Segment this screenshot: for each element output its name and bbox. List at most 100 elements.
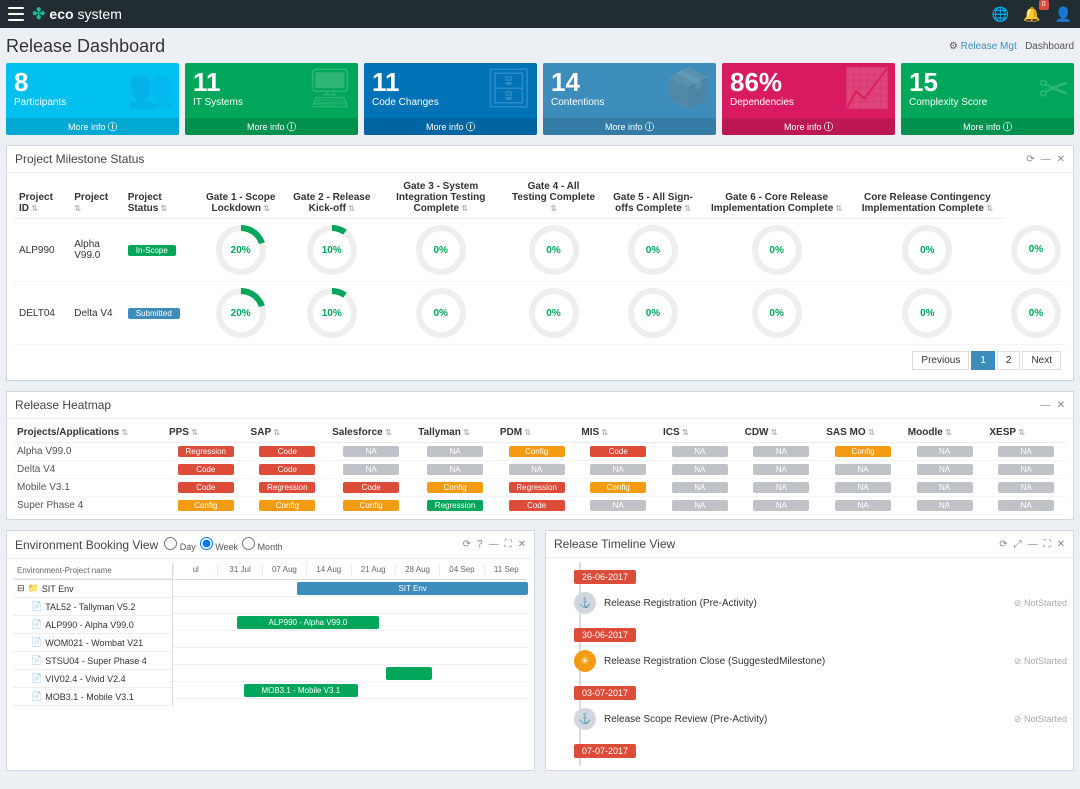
gantt-row-label[interactable]: STSU04 - Super Phase 4 (13, 652, 172, 670)
gantt-row-label[interactable]: VIV02.4 - Vivid V2.4 (13, 670, 172, 688)
heatmap-col-head[interactable]: Projects/Applications (13, 423, 165, 443)
gantt-root-row[interactable]: ⊟ SIT Env (13, 580, 172, 598)
breadcrumb: ⚙ Release Mgt Dashboard (949, 41, 1074, 52)
heatmap-col-head[interactable]: PPS (165, 423, 247, 443)
heatmap-cell: NA (672, 482, 728, 493)
status-badge: In-Scope (128, 245, 176, 256)
close-icon[interactable]: ✕ (1057, 400, 1065, 411)
minimize-icon[interactable]: — (489, 539, 499, 550)
gantt-row-label[interactable]: WOM021 - Wombat V21 (13, 634, 172, 652)
timeline-list: 26-06-2017⚓Release Registration (Pre-Act… (568, 562, 1067, 766)
minimize-icon[interactable]: — (1028, 539, 1038, 550)
refresh-icon[interactable]: ⟳ (1026, 154, 1034, 165)
heatmap-col-head[interactable]: ICS (659, 423, 741, 443)
more-info-link[interactable]: More info ⓘ (185, 118, 358, 135)
heatmap-col-head[interactable]: Tallyman (414, 423, 496, 443)
gantt-date-col: 21 Aug (351, 563, 395, 576)
milestone-col-head[interactable]: Core Release Contingency Implementation … (850, 177, 1005, 219)
gate-donut: 0% (902, 225, 952, 275)
heatmap-cell: Config (509, 446, 565, 457)
heatmap-cell: NA (672, 446, 728, 457)
gantt-date-col: ul (173, 563, 217, 576)
milestone-col-head[interactable]: Gate 4 - All Testing Complete (505, 177, 603, 219)
view-mode-day[interactable]: Day (164, 542, 196, 552)
pager-prev[interactable]: Previous (912, 351, 969, 370)
view-mode-week[interactable]: Week (200, 542, 238, 552)
heatmap-row: Delta V4CodeCodeNANANANANANANANANA (13, 461, 1067, 479)
bell-icon[interactable]: 🔔0 (1023, 6, 1040, 23)
timeline-status: ⊘ NotStarted (1014, 598, 1067, 609)
heatmap-col-head[interactable]: PDM (496, 423, 578, 443)
heatmap-cell: Config (835, 446, 891, 457)
view-mode-month[interactable]: Month (242, 542, 283, 552)
heatmap-col-head[interactable]: XESP (985, 423, 1067, 443)
heatmap-col-head[interactable]: SAP (247, 423, 329, 443)
fullscreen-icon[interactable]: ⛶ (1044, 539, 1051, 550)
gantt-bar[interactable]: SIT Env (297, 582, 528, 595)
timeline-status: ⊘ NotStarted (1014, 714, 1067, 725)
heatmap-col-head[interactable]: SAS MO (822, 423, 904, 443)
refresh-icon[interactable]: ⟳ (999, 539, 1007, 550)
gate-donut: 0% (628, 288, 678, 338)
timeline-node-icon: ⚓ (574, 708, 596, 730)
gate-donut: 0% (752, 288, 802, 338)
milestone-col-head[interactable]: Gate 5 - All Sign-offs Complete (602, 177, 703, 219)
gantt-bar[interactable]: MOB3.1 - Mobile V3.1 (244, 684, 358, 697)
heatmap-cell: Code (590, 446, 646, 457)
close-icon[interactable]: ✕ (1057, 154, 1065, 165)
expand-icon[interactable]: ⤢ (1014, 539, 1022, 550)
heatmap-col-head[interactable]: Salesforce (328, 423, 414, 443)
more-info-link[interactable]: More info ⓘ (6, 118, 179, 135)
milestone-col-head[interactable]: Gate 3 - System Integration Testing Comp… (377, 177, 505, 219)
gantt-row-label[interactable]: ALP990 - Alpha V99.0 (13, 616, 172, 634)
heatmap-project: Alpha V99.0 (13, 443, 165, 461)
menu-toggle-icon[interactable] (8, 7, 24, 21)
milestone-col-head[interactable]: Gate 6 - Core Release Implementation Com… (703, 177, 849, 219)
stat-bg-icon: 🗄 (485, 67, 533, 111)
more-info-link[interactable]: More info ⓘ (543, 118, 716, 135)
minimize-icon[interactable]: — (1041, 400, 1051, 411)
stat-card: 11IT Systems🖥More info ⓘ (185, 63, 358, 135)
brand-logo[interactable]: ✤ ecosystem (32, 4, 122, 24)
heatmap-col-head[interactable]: MIS (577, 423, 659, 443)
milestone-col-head[interactable]: Project (68, 177, 122, 219)
pager-next[interactable]: Next (1022, 351, 1061, 370)
milestone-row: ALP990Alpha V99.0In-Scope20%10%0%0%0%0%0… (13, 219, 1067, 282)
pager-page[interactable]: 2 (997, 351, 1021, 370)
gantt-date-col: 31 Jul (217, 563, 261, 576)
heatmap-col-head[interactable]: CDW (741, 423, 823, 443)
heatmap-cell: NA (672, 464, 728, 475)
stat-bg-icon: 📈 (844, 67, 891, 111)
gantt-row-label[interactable]: MOB3.1 - Mobile V3.1 (13, 688, 172, 706)
minimize-icon[interactable]: — (1041, 154, 1051, 165)
gantt-left-head: Environment-Project name (13, 563, 172, 579)
more-info-link[interactable]: More info ⓘ (901, 118, 1074, 135)
crumb-root[interactable]: Release Mgt (961, 41, 1017, 52)
gantt-row-label[interactable]: TAL52 - Tallyman V5.2 (13, 598, 172, 616)
heatmap-cell: NA (343, 464, 399, 475)
heatmap-cell: NA (835, 464, 891, 475)
heatmap-cell: NA (835, 500, 891, 511)
view-mode-toggle: Day Week Month (164, 537, 286, 552)
heatmap-col-head[interactable]: Moodle (904, 423, 986, 443)
help-icon[interactable]: ? (477, 539, 483, 550)
close-icon[interactable]: ✕ (518, 539, 526, 550)
close-icon[interactable]: ✕ (1057, 539, 1065, 550)
user-icon[interactable]: 👤 (1055, 6, 1072, 23)
project-name: Delta V4 (68, 282, 122, 345)
refresh-icon[interactable]: ⟳ (463, 539, 471, 550)
fullscreen-icon[interactable]: ⛶ (505, 539, 512, 550)
heatmap-table: Projects/ApplicationsPPSSAPSalesforceTal… (13, 423, 1067, 515)
gantt-bar[interactable]: ALP990 - Alpha V99.0 (237, 616, 379, 629)
more-info-link[interactable]: More info ⓘ (722, 118, 895, 135)
pager-page[interactable]: 1 (971, 351, 995, 370)
heatmap-cell: Code (178, 482, 234, 493)
milestone-col-head[interactable]: Project ID (13, 177, 68, 219)
milestone-col-head[interactable]: Project Status (122, 177, 195, 219)
milestone-col-head[interactable]: Gate 1 - Scope Lockdown (195, 177, 287, 219)
globe-icon[interactable]: 🌐 (992, 6, 1009, 23)
more-info-link[interactable]: More info ⓘ (364, 118, 537, 135)
milestone-col-head[interactable]: Gate 2 - Release Kick-off (287, 177, 377, 219)
gantt-date-col: 28 Aug (395, 563, 439, 576)
gantt-bar[interactable] (386, 667, 432, 680)
